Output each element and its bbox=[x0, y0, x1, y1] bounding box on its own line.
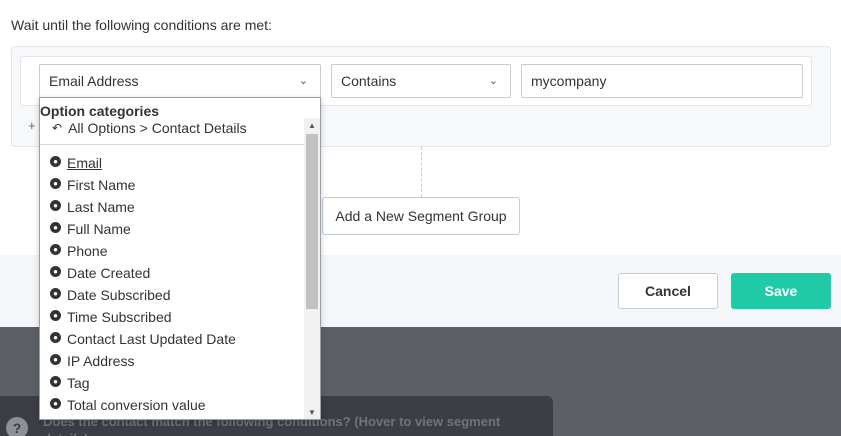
back-to-all-options[interactable]: ↶ All Options > Contact Details bbox=[52, 120, 247, 136]
globe-icon: ● bbox=[50, 331, 61, 343]
option-item[interactable]: ● Full Name bbox=[40, 218, 304, 240]
scroll-down-arrow-icon[interactable]: ▼ bbox=[304, 405, 320, 419]
help-icon[interactable]: ? bbox=[6, 417, 28, 436]
back-label: All Options > Contact Details bbox=[68, 120, 247, 136]
option-item[interactable]: ● Time Subscribed bbox=[40, 306, 304, 328]
globe-icon: ● bbox=[50, 265, 61, 277]
globe-icon: ● bbox=[50, 397, 61, 409]
globe-icon: ● bbox=[50, 353, 61, 365]
chevron-down-icon: ⌄ bbox=[298, 75, 308, 87]
option-list: ● Email ● First Name ● Last Name ● Full Name… bbox=[40, 152, 304, 416]
connector-line bbox=[421, 147, 422, 197]
field-options-dropdown: Option categories ↶ All Options > Contac… bbox=[39, 97, 321, 420]
option-item[interactable]: ● Last Name bbox=[40, 196, 304, 218]
scroll-up-arrow-icon[interactable]: ▲ bbox=[304, 118, 320, 132]
dropdown-title: Option categories bbox=[40, 103, 160, 119]
globe-icon: ● bbox=[50, 221, 61, 233]
back-arrow-icon: ↶ bbox=[52, 121, 63, 135]
instruction-text: Wait until the following conditions are … bbox=[11, 17, 272, 33]
globe-icon: ● bbox=[50, 309, 61, 321]
operator-select-value: Contains bbox=[341, 73, 397, 89]
globe-icon: ● bbox=[50, 375, 61, 387]
dropdown-scrollbar[interactable]: ▲ ▼ bbox=[304, 118, 320, 419]
add-condition-icon[interactable]: + bbox=[28, 118, 36, 133]
add-segment-group-button[interactable]: Add a New Segment Group bbox=[322, 197, 520, 235]
option-item[interactable]: ● Contact Last Updated Date bbox=[40, 328, 304, 350]
globe-icon: ● bbox=[50, 243, 61, 255]
globe-icon: ● bbox=[50, 155, 61, 167]
option-item[interactable]: ● Tag bbox=[40, 372, 304, 394]
option-item[interactable]: ● Date Created bbox=[40, 262, 304, 284]
globe-icon: ● bbox=[50, 287, 61, 299]
option-item[interactable]: ● Phone bbox=[40, 240, 304, 262]
chevron-down-icon: ⌄ bbox=[488, 75, 498, 87]
option-item[interactable]: ● Email bbox=[40, 152, 304, 174]
option-item[interactable]: ● Date Subscribed bbox=[40, 284, 304, 306]
operator-select[interactable]: Contains ⌄ bbox=[331, 64, 511, 98]
field-select-value: Email Address bbox=[49, 73, 139, 89]
scroll-thumb[interactable] bbox=[306, 134, 318, 309]
condition-value-input[interactable] bbox=[521, 64, 803, 98]
field-select[interactable]: Email Address ⌄ bbox=[39, 64, 321, 98]
option-item[interactable]: ● First Name bbox=[40, 174, 304, 196]
globe-icon: ● bbox=[50, 177, 61, 189]
save-button[interactable]: Save bbox=[731, 273, 831, 309]
dropdown-header: Option categories ↶ All Options > Contac… bbox=[40, 98, 304, 145]
option-item[interactable]: ● Total conversion value bbox=[40, 394, 304, 416]
globe-icon: ● bbox=[50, 199, 61, 211]
option-item[interactable]: ● IP Address bbox=[40, 350, 304, 372]
cancel-button[interactable]: Cancel bbox=[618, 273, 718, 309]
